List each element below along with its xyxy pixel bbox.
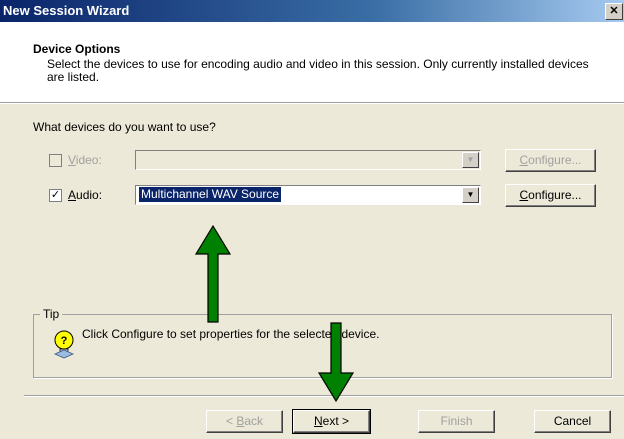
video-device-dropdown[interactable]: ▼	[135, 150, 481, 170]
video-checkbox[interactable]	[49, 154, 62, 167]
video-device-value	[139, 152, 143, 167]
audio-configure-button[interactable]: Configure...	[505, 184, 596, 207]
cancel-button[interactable]: Cancel	[534, 410, 611, 433]
back-button[interactable]: < Back	[206, 410, 283, 433]
page-description: Select the devices to use for encoding a…	[47, 57, 589, 84]
page-title: Device Options	[33, 42, 121, 56]
finish-button[interactable]: Finish	[418, 410, 495, 433]
annotation-arrow-up	[194, 224, 232, 323]
audio-label: Audio:	[68, 188, 103, 202]
video-label: Video:	[68, 153, 102, 167]
close-icon: ✕	[609, 5, 619, 17]
title-bar[interactable]: New Session Wizard ✕	[0, 0, 624, 22]
lightbulb-icon: ?	[54, 330, 74, 359]
audio-checkbox[interactable]: ✓	[49, 189, 62, 202]
wizard-header: Device Options Select the devices to use…	[0, 22, 624, 102]
next-button[interactable]: Next >	[292, 409, 371, 434]
header-divider	[0, 102, 624, 104]
checkmark-icon: ✓	[50, 189, 61, 201]
chevron-down-icon[interactable]: ▼	[462, 187, 479, 203]
tip-legend: Tip	[40, 307, 63, 321]
window-title: New Session Wizard	[3, 3, 130, 18]
wizard-window: New Session Wizard ✕ Device Options Sele…	[0, 0, 624, 439]
chevron-down-icon[interactable]: ▼	[462, 152, 479, 168]
annotation-arrow-down	[317, 322, 355, 403]
devices-question: What devices do you want to use?	[33, 120, 216, 134]
close-button[interactable]: ✕	[605, 3, 623, 20]
svg-text:?: ?	[61, 335, 68, 347]
video-configure-button[interactable]: Configure...	[505, 149, 596, 172]
audio-device-value: Multichannel WAV Source	[137, 186, 283, 203]
audio-device-dropdown[interactable]: Multichannel WAV Source ▼	[135, 185, 481, 205]
